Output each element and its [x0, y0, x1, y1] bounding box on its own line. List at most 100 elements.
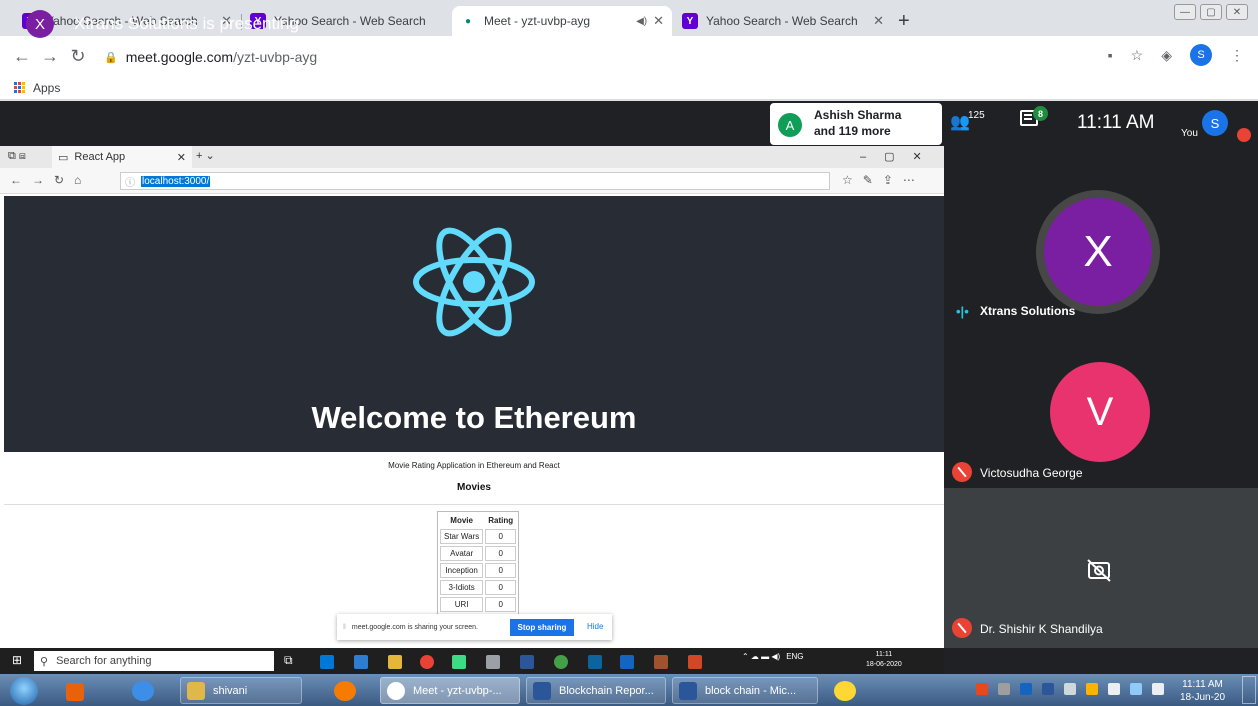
taskbar-item[interactable]: shivani	[180, 677, 302, 704]
mic-off-icon	[952, 618, 972, 638]
taskbar-item[interactable]: block chain - Mic...	[672, 677, 818, 704]
firefox-icon[interactable]	[334, 681, 356, 701]
participant-more: and 119 more	[814, 124, 891, 138]
browser-tab[interactable]: Y Yahoo Search - Web Search ✕	[674, 6, 892, 36]
participant-avatar: V	[1050, 362, 1150, 462]
word-icon	[520, 655, 534, 669]
flag-icon[interactable]	[1152, 683, 1164, 695]
url-host: meet.google.com	[125, 49, 234, 65]
media-player-icon[interactable]	[66, 683, 84, 701]
self-avatar[interactable]: S	[1202, 110, 1228, 136]
back-arrow-icon[interactable]: ←	[8, 46, 36, 67]
shared-system-tray: ⌃ ☁ ▬ ◀) ENG	[742, 652, 804, 661]
taskbar-item[interactable]: Blockchain Repor...	[526, 677, 666, 704]
language-indicator: ENG	[786, 652, 804, 661]
tray-icon[interactable]	[1042, 683, 1054, 695]
minimize-button[interactable]: —	[1174, 4, 1196, 20]
rating-cell: 0	[485, 546, 517, 561]
column-header: Movie	[450, 516, 473, 525]
cast-icon[interactable]: ◈	[1161, 47, 1172, 64]
meet-icon: ●	[460, 13, 476, 29]
screen-share-notice: ‖ meet.google.com is sharing your screen…	[337, 614, 612, 640]
participant-tile[interactable]: X •|• Xtrans Solutions	[944, 172, 1258, 352]
movie-cell: Inception	[440, 563, 484, 578]
close-tab-icon[interactable]: ✕	[873, 13, 884, 29]
taskbar-item-active[interactable]: Meet - yzt-uvbp-...	[380, 677, 520, 704]
movies-heading: Movies	[457, 482, 491, 493]
close-tab-icon: ✕	[176, 151, 186, 164]
yahoo-icon: Y	[682, 13, 698, 29]
shared-clock: 11:11 18-06-2020	[866, 650, 902, 670]
close-tab-icon[interactable]: ✕	[653, 13, 664, 29]
folder-icon	[388, 655, 402, 669]
participants-preview-card[interactable]: A Ashish Sharma and 119 more	[770, 103, 942, 145]
internet-explorer-icon[interactable]	[132, 681, 154, 701]
app-icon	[654, 655, 668, 669]
edge-url: localhost:3000/	[141, 175, 211, 187]
audio-playing-icon[interactable]: ◀)	[636, 16, 647, 27]
welcome-heading: Welcome to Ethereum	[311, 400, 637, 435]
bookmarks-bar: Apps	[0, 76, 1258, 100]
table-row: Inception 0	[440, 563, 517, 578]
participant-avatar: X	[1044, 198, 1152, 306]
tab-actions-icon: ⧉ ⧈	[8, 150, 26, 162]
tray-icon[interactable]	[998, 683, 1010, 695]
close-window-button[interactable]: ✕	[1226, 4, 1248, 20]
meeting-clock: 11:11 AM	[1077, 112, 1155, 133]
participant-name: Victosudha George	[980, 466, 1083, 480]
url-path: /yzt-uvbp-ayg	[233, 49, 318, 65]
meet-header	[0, 101, 1258, 146]
apps-bookmark[interactable]: Apps	[33, 81, 60, 95]
system-date: 18-Jun-20	[1180, 692, 1226, 703]
page-icon: ▭	[58, 151, 69, 164]
edge-toolbar: ←→↻⌂ ⓘ localhost:3000/ ☆✎⇪⋯	[0, 168, 944, 194]
participants-panel: X •|• Xtrans Solutions V Victosudha Geor…	[944, 146, 1258, 648]
apps-grid-icon[interactable]	[14, 82, 25, 93]
volume-icon[interactable]	[1130, 683, 1142, 695]
tray-icon[interactable]	[1086, 683, 1098, 695]
shared-date: 18-06-2020	[866, 661, 902, 668]
people-count: 125	[968, 110, 985, 121]
taskbar-item-label: Meet - yzt-uvbp-...	[413, 684, 502, 697]
taskbar-item-label: Blockchain Repor...	[559, 684, 654, 697]
show-desktop-button[interactable]	[1242, 676, 1256, 704]
address-bar[interactable]: 🔒 meet.google.com/yzt-uvbp-ayg	[104, 44, 1164, 70]
app-icon	[620, 655, 634, 669]
share-notice-text: meet.google.com is sharing your screen.	[351, 623, 478, 631]
word-icon	[679, 681, 697, 700]
profile-avatar[interactable]: S	[1190, 44, 1212, 66]
participant-name: Dr. Shishir K Shandilya	[980, 622, 1103, 636]
edge-icon	[320, 655, 334, 669]
system-clock[interactable]: 11:11 AM 18-Jun-20	[1180, 678, 1225, 704]
table-row: 3-Idiots 0	[440, 580, 517, 595]
bluetooth-icon[interactable]	[1020, 683, 1032, 695]
new-tab-button[interactable]: +	[898, 10, 910, 33]
search-icon: ⚲	[40, 655, 49, 668]
people-icon[interactable]: 👥	[950, 112, 970, 132]
app-icon	[452, 655, 466, 669]
system-tray	[976, 683, 1164, 695]
app-icon	[354, 655, 368, 669]
edge-address-bar: ⓘ localhost:3000/	[120, 172, 830, 190]
network-icon[interactable]	[1064, 683, 1076, 695]
participant-tile[interactable]: V Victosudha George	[944, 352, 1258, 492]
taskbar-item-label: shivani	[213, 684, 248, 697]
browser-tab-active[interactable]: ● Meet - yzt-uvbp-ayg ◀) ✕	[452, 6, 672, 36]
extension-icon[interactable]: ▪	[1108, 47, 1113, 63]
drag-handle-icon: ‖	[343, 623, 346, 631]
tray-icon[interactable]	[976, 683, 988, 695]
app-subtitle: Movie Rating Application in Ethereum and…	[388, 461, 560, 470]
tray-icons: ⌃ ☁ ▬ ◀)	[742, 652, 781, 661]
start-button[interactable]	[10, 677, 38, 705]
maximize-button[interactable]: ▢	[1200, 4, 1222, 20]
forward-arrow-icon[interactable]: →	[36, 46, 64, 67]
movie-cell: Avatar	[440, 546, 484, 561]
more-menu-icon[interactable]: ⋮	[1230, 47, 1244, 64]
lock-icon: 🔒	[104, 51, 118, 64]
app-icon[interactable]	[834, 681, 856, 701]
participant-tile[interactable]: Dr. Shishir K Shandilya	[944, 488, 1258, 648]
reload-icon[interactable]: ↻	[64, 46, 92, 67]
you-label: You	[1181, 128, 1198, 139]
bookmark-star-icon[interactable]: ☆	[1131, 47, 1144, 64]
tray-icon[interactable]	[1108, 683, 1120, 695]
